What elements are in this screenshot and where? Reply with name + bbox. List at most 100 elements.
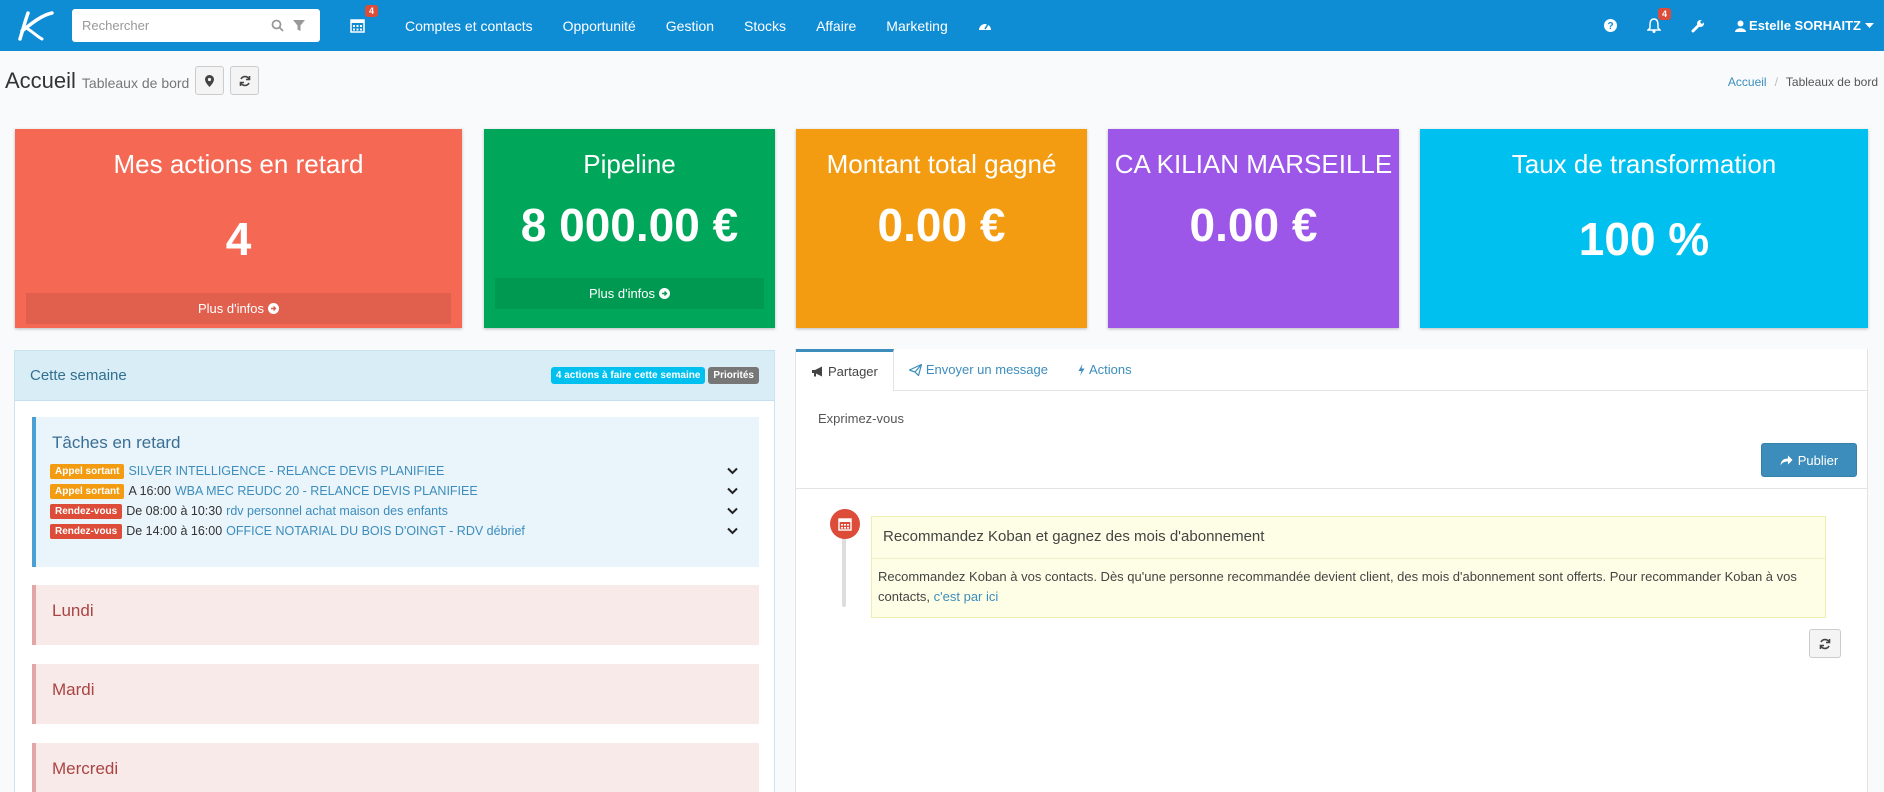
task-type-badge: Rendez-vous (50, 503, 123, 519)
transformation-rate-value: 100 % (1578, 213, 1710, 265)
day-title: Lundi (52, 601, 94, 620)
day-section-mercredi: Mercredi (32, 743, 759, 792)
list-item: Appel sortant A 16:00 WBA MEC REUDC 20 -… (50, 481, 740, 501)
refresh-icon (239, 75, 251, 86)
breadcrumb-home[interactable]: Accueil (1728, 75, 1767, 89)
top-navbar: Rechercher 4 Comptes et contacts Opportu… (0, 0, 1884, 51)
bolt-icon (1078, 363, 1085, 376)
user-menu[interactable]: Estelle SORHAITZ (1735, 18, 1874, 33)
menu-comptes-contacts[interactable]: Comptes et contacts (390, 18, 548, 34)
more-info-label: Plus d'infos (197, 301, 265, 316)
refresh-icon (1819, 638, 1831, 649)
this-week-panel: Cette semaine 4 actions à faire cette se… (14, 350, 775, 792)
day-title: Mardi (52, 680, 95, 699)
task-link[interactable]: WBA MEC REUDC 20 - RELANCE DEVIS PLANIFI… (175, 484, 724, 498)
calendar-icon (830, 509, 860, 539)
svg-text:?: ? (1607, 21, 1613, 32)
late-actions-more-link[interactable]: Plus d'infos (26, 293, 451, 324)
task-type-badge: Appel sortant (50, 463, 125, 479)
task-type-badge: Rendez-vous (50, 523, 123, 539)
pin-button[interactable] (195, 66, 225, 95)
notifications-badge: 4 (1658, 8, 1672, 20)
task-link[interactable]: SILVER INTELLIGENCE - RELANCE DEVIS PLAN… (128, 464, 724, 478)
late-tasks-section: Tâches en retard Appel sortant SILVER IN… (32, 417, 759, 567)
wrench-icon[interactable] (1691, 19, 1705, 33)
tab-actions[interactable]: Actions (1063, 349, 1147, 390)
chevron-down-icon[interactable] (724, 507, 740, 515)
tab-label: Actions (1089, 362, 1132, 377)
menu-stocks[interactable]: Stocks (729, 18, 801, 34)
share-tabs: Partager Envoyer un message Actions (796, 349, 1867, 391)
search-icon[interactable] (266, 19, 288, 32)
breadcrumb: Accueil / Tableaux de bord (1728, 75, 1878, 89)
this-week-title: Cette semaine (30, 367, 127, 384)
task-link[interactable]: rdv personnel achat maison des enfants (226, 504, 724, 518)
late-tasks-list: Appel sortant SILVER INTELLIGENCE - RELA… (50, 461, 740, 541)
tab-partager[interactable]: Partager (796, 349, 894, 391)
help-icon[interactable]: ? (1604, 19, 1618, 32)
paper-plane-icon (908, 363, 922, 376)
pipeline-more-link[interactable]: Plus d'infos (495, 278, 764, 309)
refresh-button[interactable] (230, 66, 260, 95)
tab-label: Envoyer un message (925, 362, 1048, 377)
timeline-line (842, 527, 846, 607)
priorities-badge[interactable]: Priorités (708, 367, 759, 384)
koban-logo[interactable] (0, 0, 72, 51)
user-name: Estelle SORHAITZ (1749, 18, 1861, 33)
timeline-item-title: Recommandez Koban et gagnez des mois d'a… (872, 517, 1825, 559)
actions-count-badge[interactable]: 4 actions à faire cette semaine (550, 367, 706, 384)
share-panel: Partager Envoyer un message Actions Expr… (795, 349, 1868, 792)
share-arrow-icon (1780, 455, 1793, 465)
user-icon (1735, 20, 1747, 32)
chevron-down-icon[interactable] (724, 487, 740, 495)
calendar-icon[interactable]: 4 (346, 4, 378, 37)
bullhorn-icon (812, 366, 822, 377)
chevron-down-icon[interactable] (724, 467, 740, 475)
total-won-value: 0.00 € (877, 199, 1006, 251)
total-won-box: Montant total gagné 0.00 € (796, 129, 1087, 328)
search-input[interactable]: Rechercher (72, 9, 320, 42)
menu-affaire[interactable]: Affaire (801, 18, 871, 34)
divider (796, 488, 1867, 489)
task-link[interactable]: OFFICE NOTARIAL DU BOIS D'OINGT - RDV dé… (226, 524, 724, 538)
day-section-mardi: Mardi (32, 664, 759, 724)
more-info-label: Plus d'infos (588, 286, 656, 301)
pipeline-title: Pipeline (583, 149, 676, 179)
page-title: Accueil (5, 67, 76, 93)
task-time: De 08:00 à 10:30 (126, 504, 223, 518)
total-won-title: Montant total gagné (826, 149, 1057, 179)
dashboard-icon[interactable] (963, 18, 1007, 34)
filter-icon[interactable] (288, 19, 310, 32)
menu-gestion[interactable]: Gestion (651, 18, 729, 34)
publish-label: Publier (1797, 452, 1839, 468)
timeline-item-text: Recommandez Koban à vos contacts. Dès qu… (878, 569, 1797, 604)
page-subtitle: Tableaux de bord (81, 74, 190, 91)
tab-label: Partager (828, 364, 878, 379)
this-week-header: Cette semaine 4 actions à faire cette se… (15, 351, 774, 401)
ca-kilian-value: 0.00 € (1189, 199, 1318, 251)
navbar-right: ? 4 Estelle SORHAITZ (1604, 0, 1884, 51)
arrow-circle-right-icon (659, 288, 671, 299)
notifications-bell-icon[interactable]: 4 (1647, 8, 1672, 33)
task-time: De 14:00 à 16:00 (126, 524, 223, 538)
search-placeholder: Rechercher (82, 18, 150, 33)
menu-opportunite[interactable]: Opportunité (548, 18, 651, 34)
chevron-down-icon[interactable] (724, 527, 740, 535)
timeline-refresh-button[interactable] (1809, 629, 1841, 658)
pipeline-value: 8 000.00 € (520, 199, 739, 251)
map-marker-icon (205, 74, 215, 87)
menu-marketing[interactable]: Marketing (871, 18, 962, 34)
calendar-badge: 4 (364, 4, 378, 17)
breadcrumb-separator: / (1774, 75, 1778, 89)
express-input[interactable]: Exprimez-vous (818, 411, 904, 426)
caret-down-icon (1865, 22, 1874, 28)
publish-button[interactable]: Publier (1761, 443, 1857, 477)
list-item: Appel sortant SILVER INTELLIGENCE - RELA… (50, 461, 740, 481)
transformation-rate-box: Taux de transformation 100 % (1420, 129, 1868, 328)
recommend-link[interactable]: c'est par ici (934, 589, 999, 604)
pipeline-box: Pipeline 8 000.00 € Plus d'infos (484, 129, 775, 328)
task-time: A 16:00 (128, 484, 171, 498)
day-section-lundi: Lundi (32, 585, 759, 645)
tab-envoyer-message[interactable]: Envoyer un message (894, 349, 1063, 390)
day-title: Mercredi (52, 759, 119, 778)
